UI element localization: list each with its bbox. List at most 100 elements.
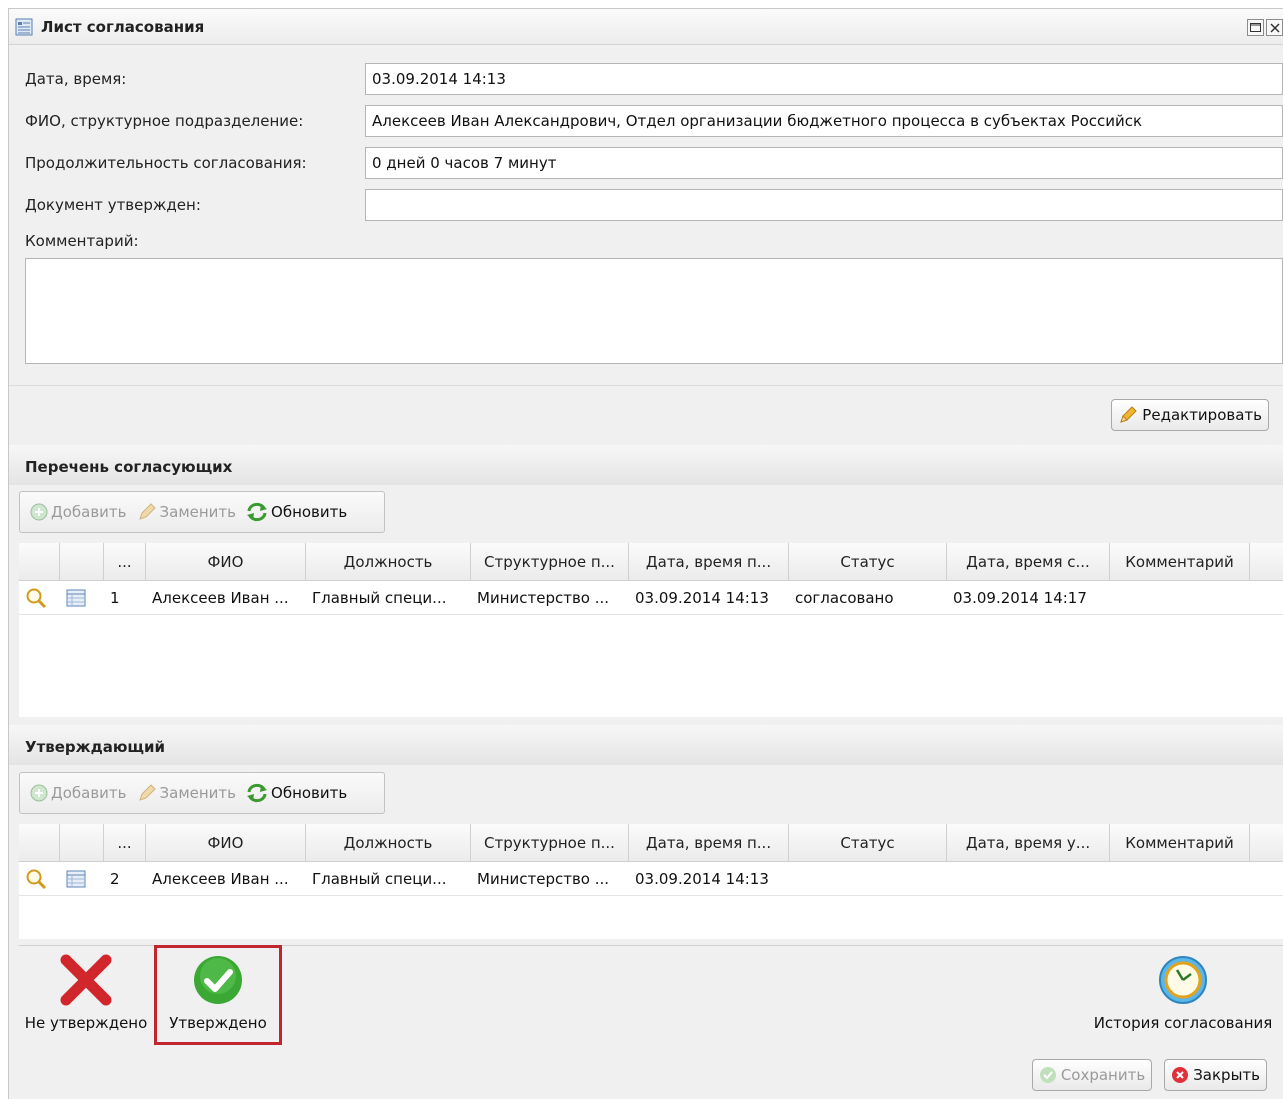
approver-add-button[interactable]: Добавить [30,784,127,802]
cell-date-approved [947,862,1110,895]
approved-field[interactable] [365,189,1283,221]
column-header-structure[interactable]: Структурное п... [471,543,629,580]
document-icon [15,18,33,35]
column-header-structure[interactable]: Структурное п... [471,824,629,861]
cell-status: согласовано [795,588,894,607]
approvers-refresh-button[interactable]: Обновить [246,502,347,522]
approvers-replace-button[interactable]: Заменить [137,502,237,522]
cell-structure: Министерство ... [477,869,610,888]
approvers-grid: ... ФИО Должность Структурное п... Дата,… [19,543,1283,717]
cell-status [789,862,947,895]
grid-header-icon2 [60,824,104,861]
approved-label: Документ утвержден: [25,196,201,214]
cell-number: 2 [110,869,120,888]
approvers-add-label: Добавить [51,503,127,521]
approval-form: Дата, время: 03.09.2014 14:13 ФИО, струк… [9,45,1283,385]
table-row[interactable]: 1 Алексеев Иван ... Главный специ... Мин… [19,581,1283,615]
duration-field[interactable]: 0 дней 0 часов 7 минут [365,147,1283,179]
approver-grid: ... ФИО Должность Структурное п... Дата,… [19,824,1283,939]
table-row[interactable]: 2 Алексеев Иван ... Главный специ... Мин… [19,862,1283,896]
column-header-date-approved[interactable]: Дата, время у... [947,824,1110,861]
column-header-date-done[interactable]: Дата, время с... [947,543,1110,580]
approvers-replace-label: Заменить [159,503,237,521]
refresh-icon [247,783,268,803]
details-button[interactable] [60,862,104,895]
add-icon [30,503,48,521]
approved-row: Документ утвержден: [9,189,1283,223]
column-header-number[interactable]: ... [104,543,146,580]
column-header-date-received[interactable]: Дата, время п... [629,543,789,580]
approval-sheet-window: Лист согласования Дата, время: 03.09.201… [8,8,1283,1099]
cell-date-received: 03.09.2014 14:13 [635,869,769,888]
duration-label: Продолжительность согласования: [25,154,307,172]
window-titlebar: Лист согласования [9,9,1283,45]
cell-date-done: 03.09.2014 14:17 [953,588,1087,607]
magnifier-icon [26,588,47,608]
fio-row: ФИО, структурное подразделение: Алексеев… [9,105,1283,139]
reject-button-label: Не утверждено [24,1014,148,1032]
cell-comment [1110,581,1250,614]
history-clock-icon [1159,956,1207,1004]
add-icon [30,784,48,802]
view-button[interactable] [19,581,60,614]
column-header-position[interactable]: Должность [306,543,471,580]
cell-position: Главный специ... [312,869,447,888]
save-button[interactable]: Сохранить [1031,1059,1153,1091]
red-cross-icon [60,954,112,1006]
approvers-add-button[interactable]: Добавить [30,503,127,521]
history-button[interactable]: История согласования [1083,950,1283,1042]
form-divider [9,385,1283,386]
column-header-number[interactable]: ... [104,824,146,861]
approvers-section-title: Перечень согласующих [9,445,1283,485]
cell-position: Главный специ... [312,588,447,607]
cell-comment [1110,862,1250,895]
close-icon[interactable] [1266,19,1283,36]
approvers-grid-header: ... ФИО Должность Структурное п... Дата,… [19,543,1283,581]
approver-section-title: Утверждающий [9,725,1283,765]
column-header-comment[interactable]: Комментарий [1110,824,1250,861]
column-header-status[interactable]: Статус [789,543,947,580]
grid-header-icon2 [60,543,104,580]
pencil-icon [1120,406,1138,423]
close-button[interactable]: Закрыть [1164,1059,1267,1091]
cell-date-received: 03.09.2014 14:13 [635,588,769,607]
comment-label: Комментарий: [25,232,139,250]
details-button[interactable] [60,581,104,614]
column-header-fio[interactable]: ФИО [146,824,306,861]
edit-button-label: Редактировать [1142,406,1262,424]
view-button[interactable] [19,862,60,895]
cell-structure: Министерство ... [477,588,610,607]
approver-grid-header: ... ФИО Должность Структурное п... Дата,… [19,824,1283,862]
refresh-icon [247,502,268,522]
edit-button[interactable]: Редактировать [1111,399,1269,431]
column-header-position[interactable]: Должность [306,824,471,861]
approver-refresh-label: Обновить [271,784,348,802]
close-circle-icon [1172,1067,1189,1083]
approver-replace-button[interactable]: Заменить [137,783,237,803]
column-header-date-received[interactable]: Дата, время п... [629,824,789,861]
maximize-icon[interactable] [1247,19,1264,36]
reject-button[interactable]: Не утверждено [23,950,149,1042]
approvers-refresh-label: Обновить [271,503,348,521]
column-header-status[interactable]: Статус [789,824,947,861]
grid-header-icon1 [19,824,60,861]
column-header-fio[interactable]: ФИО [146,543,306,580]
close-button-label: Закрыть [1193,1066,1260,1084]
date-label: Дата, время: [25,70,127,88]
approver-refresh-button[interactable]: Обновить [246,783,347,803]
cell-fio: Алексеев Иван ... [152,869,289,888]
window-title: Лист согласования [41,17,205,36]
fio-field[interactable]: Алексеев Иван Александрович, Отдел орган… [365,105,1283,137]
approve-highlight-frame [154,945,282,1045]
pencil-icon [138,503,156,520]
approver-add-label: Добавить [51,784,127,802]
comment-textarea[interactable] [25,258,1283,364]
approver-replace-label: Заменить [159,784,237,802]
cell-fio: Алексеев Иван ... [152,588,289,607]
approvers-toolbar: Добавить Заменить Обновить [19,491,385,533]
check-circle-icon [1039,1067,1056,1083]
cell-number: 1 [110,588,120,607]
date-field[interactable]: 03.09.2014 14:13 [365,63,1283,95]
table-icon [66,870,86,887]
column-header-comment[interactable]: Комментарий [1110,543,1250,580]
